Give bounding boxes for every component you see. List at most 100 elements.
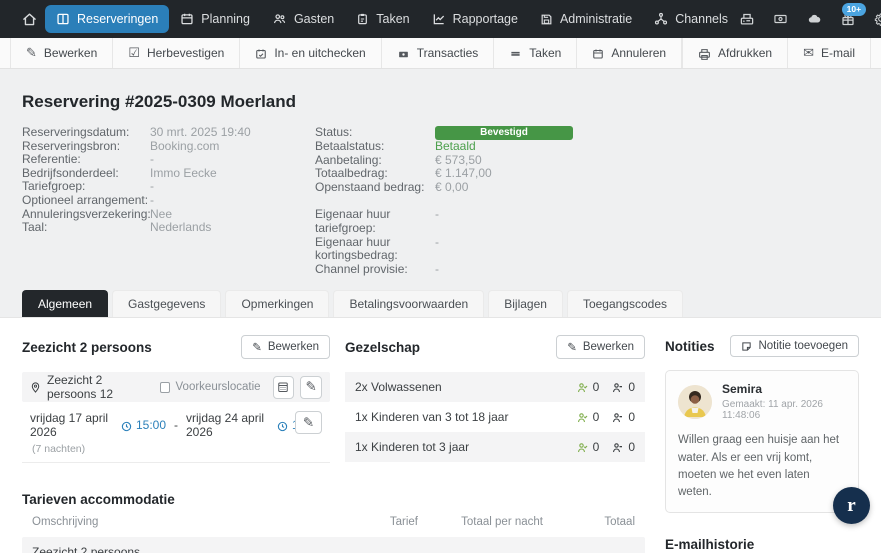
nav-administratie[interactable]: Administratie (529, 5, 643, 33)
cloud-icon[interactable] (806, 12, 823, 26)
chat-widget-button[interactable]: r (833, 487, 870, 524)
clock-icon (121, 418, 132, 432)
pencil-icon: ✎ (305, 379, 317, 395)
field-value: Booking.com (150, 138, 220, 153)
tab-toegangscodes[interactable]: Toegangscodes (566, 290, 684, 318)
book-icon (56, 12, 70, 27)
nav-label: Gasten (293, 11, 335, 26)
button-label: Annuleren (611, 46, 667, 60)
field-label: Totaalbedrag: (315, 166, 388, 181)
field-label: Reserveringsdatum: (22, 125, 130, 139)
edit-company-button[interactable]: ✎ Bewerken (556, 335, 645, 360)
edit-accommodation-button[interactable]: ✎ Bewerken (241, 335, 330, 360)
reservation-details: Reserveringsdatum: 30 mrt. 2025 19:40 Res… (22, 125, 859, 276)
action-toolbar: ✎ Bewerken ☑ Herbevestigen In- en uitche… (0, 38, 881, 69)
pencil-icon: ✎ (26, 45, 37, 60)
voorkeurslocatie-checkbox[interactable] (160, 381, 170, 393)
rates-section: Tarieven accommodatie Omschrijving Tarie… (22, 492, 645, 553)
field-label: Openstaand bedrag: (315, 179, 425, 194)
pencil-icon: ✎ (567, 342, 577, 355)
arrival-time: 15:00 (135, 418, 166, 433)
calendar-icon (180, 12, 194, 27)
nav-label: Planning (201, 11, 250, 26)
list-icon (509, 46, 522, 61)
tasks-button[interactable]: Taken (494, 38, 578, 68)
voorkeurslocatie-label: Voorkeurslocatie (175, 381, 261, 394)
check-in-out-button[interactable]: In- en uitchecken (240, 38, 382, 68)
gift-icon[interactable]: 10+ (840, 2, 867, 27)
tab-content-panel: Zeezicht 2 persoons ✎ Bewerken Zeezicht … (0, 317, 881, 553)
person-checkout-icon (611, 380, 624, 394)
departure-date: vrijdag 24 april 2026 (186, 411, 265, 440)
nav-label: Channels (675, 11, 729, 26)
field-value: € 573,50 (435, 152, 482, 167)
more-actions-dropdown[interactable]: ▼ (871, 38, 881, 68)
checkbox-icon: ☑ (128, 45, 140, 60)
nav-channels[interactable]: Channels (643, 5, 739, 34)
note-icon (741, 340, 752, 352)
note-author: Semira (722, 382, 763, 397)
note-text: Willen graag een huisje aan het water. A… (678, 434, 840, 499)
add-note-button[interactable]: Notitie toevoegen (730, 335, 859, 358)
pencil-icon: ✎ (252, 342, 262, 355)
company-row-label: 2x Volwassenen (355, 380, 442, 395)
field-value: Nederlands (150, 220, 212, 235)
field-label: Annuleringsverzekering: (22, 206, 151, 221)
nav-planning[interactable]: Planning (169, 5, 261, 34)
details-right-column: Status: Bevestigd Betaalstatus: Betaald Aa… (315, 125, 735, 276)
checkout-count: 0 (628, 410, 635, 425)
transactions-button[interactable]: Transacties (382, 38, 495, 68)
edit-button[interactable]: ✎ Bewerken (10, 38, 114, 68)
printer-icon (698, 45, 711, 60)
company-row-label: 1x Kinderen tot 3 jaar (355, 440, 470, 455)
nav-rapportage[interactable]: Rapportage (421, 5, 529, 34)
nav-taken[interactable]: Taken (345, 5, 420, 34)
tab-betalingsvoorwaarden[interactable]: Betalingsvoorwaarden (333, 290, 485, 318)
fax-icon[interactable] (739, 12, 755, 27)
edit-dates-button[interactable]: ✎ (295, 411, 322, 435)
field-label: Channel provisie: (315, 261, 408, 276)
home-icon[interactable] (14, 6, 45, 33)
field-value: - (150, 179, 154, 194)
location-pin-icon (30, 378, 41, 396)
reconfirm-button[interactable]: ☑ Herbevestigen (113, 38, 241, 68)
field-value: - (150, 192, 154, 207)
pencil-icon: ✎ (302, 414, 315, 430)
nav-reserveringen[interactable]: Reserveringen (45, 4, 170, 34)
column-header: Omschrijving (32, 516, 99, 529)
arrival-date: vrijdag 17 april 2026 (30, 411, 109, 440)
tab-opmerkingen[interactable]: Opmerkingen (225, 290, 330, 318)
tab-gastgegevens[interactable]: Gastgegevens (112, 290, 222, 318)
calendar-cancel-icon (592, 46, 604, 61)
field-label: Tariefgroep: (22, 179, 86, 194)
cash-icon[interactable] (772, 12, 789, 26)
button-label: Notitie toevoegen (758, 340, 848, 353)
company-section: Gezelschap ✎ Bewerken 2x Volwassenen 0 0 (345, 335, 645, 463)
email-button[interactable]: ✉ E-mail (788, 38, 871, 68)
gear-icon[interactable] (873, 11, 881, 27)
envelope-icon: ✉ (803, 45, 814, 60)
print-button[interactable]: Afdrukken (682, 38, 789, 68)
tab-bijlagen[interactable]: Bijlagen (488, 290, 563, 318)
note-item: Semira Gemaakt: 11 apr. 2026 11:48:06 Wi… (665, 370, 859, 514)
tab-algemeen[interactable]: Algemeen (22, 290, 109, 318)
clock-icon (277, 418, 288, 432)
field-label: Reserveringsbron: (22, 138, 121, 153)
company-row: 1x Kinderen van 3 tot 18 jaar 0 0 (345, 402, 645, 432)
checkin-count: 0 (592, 440, 600, 455)
nav-gasten[interactable]: Gasten (261, 5, 345, 34)
checkin-count: 0 (592, 410, 600, 425)
save-icon (540, 12, 553, 26)
checkin-count: 0 (592, 380, 600, 395)
nights-count: (7 nachten) (32, 443, 86, 456)
calendar-picker-button[interactable] (272, 375, 295, 399)
field-value: € 1.147,00 (435, 166, 492, 181)
paid-status: Betaald (435, 139, 476, 153)
field-value: € 0,00 (435, 179, 469, 194)
button-label: Transacties (416, 46, 479, 60)
cancel-button[interactable]: Annuleren (577, 38, 683, 68)
person-checkin-icon (576, 410, 589, 424)
accommodation-title: Zeezicht 2 persoons (22, 339, 152, 355)
field-label: Eigenaar huur tariefgroep: (315, 207, 391, 235)
edit-location-button[interactable]: ✎ (300, 375, 322, 399)
